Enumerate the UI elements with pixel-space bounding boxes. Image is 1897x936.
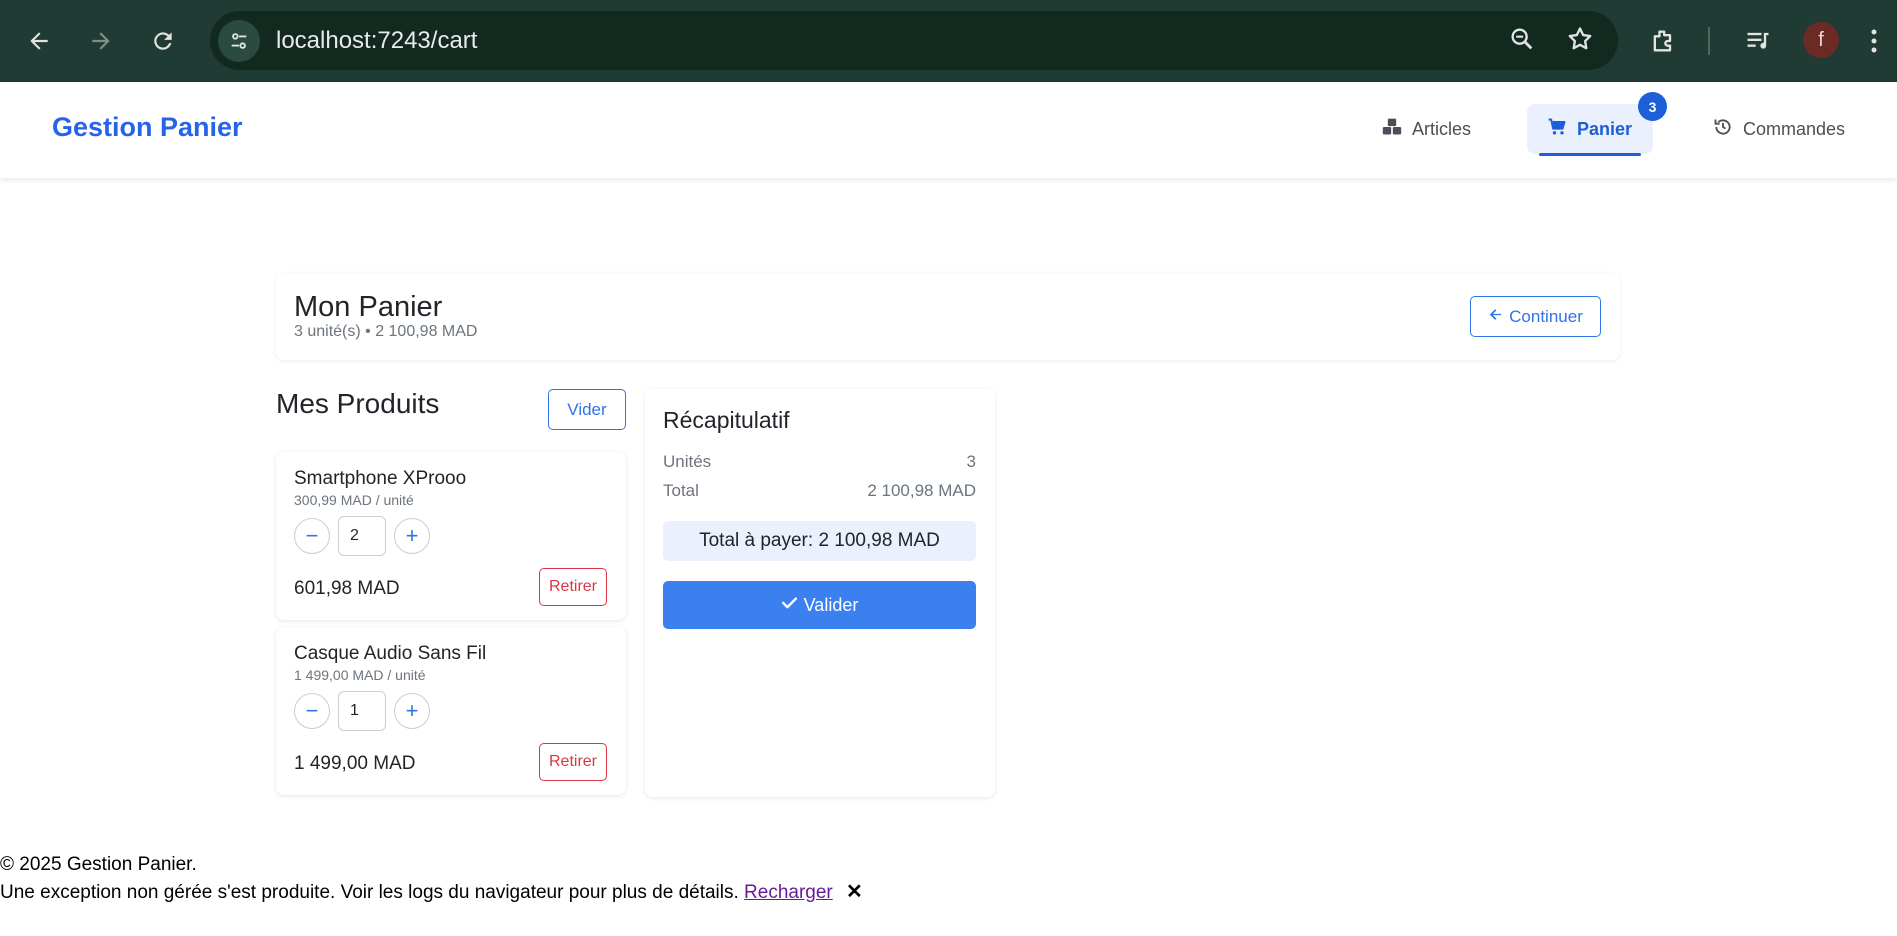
order-summary-card: Récapitulatif Unités 3 Total 2 100,98 MA… <box>645 389 995 797</box>
product-unit-price: 300,99 MAD / unité <box>294 492 414 508</box>
reload-link[interactable]: Recharger <box>744 882 833 903</box>
product-name: Smartphone XProoo <box>294 468 467 489</box>
app-navbar: Gestion Panier Articles Panier Commandes <box>0 82 1897 178</box>
decrease-quantity-button[interactable]: − <box>294 518 330 554</box>
star-icon[interactable] <box>1566 25 1594 53</box>
product-subtotal: 601,98 MAD <box>294 578 400 599</box>
more-vert-icon[interactable] <box>1864 21 1884 61</box>
validate-order-button[interactable]: Valider <box>663 581 976 629</box>
continue-label: Continuer <box>1509 306 1583 326</box>
cart-icon <box>1547 117 1567 142</box>
summary-total-row: Total 2 100,98 MAD <box>663 481 976 501</box>
quantity-input[interactable]: 2 <box>338 516 386 556</box>
remove-item-button[interactable]: Retirer <box>539 743 607 781</box>
nav-item-commandes[interactable]: Commandes <box>1693 104 1865 154</box>
nav-item-panier[interactable]: Panier <box>1527 104 1653 156</box>
remove-item-button[interactable]: Retirer <box>539 568 607 606</box>
cart-count-badge: 3 <box>1638 92 1667 121</box>
units-label: Unités <box>663 452 712 471</box>
site-info-icon[interactable] <box>218 19 260 62</box>
check-icon <box>781 594 798 616</box>
url-text[interactable]: localhost:7243/cart <box>276 27 477 55</box>
quantity-input[interactable]: 1 <box>338 691 386 731</box>
summary-title: Récapitulatif <box>663 407 790 433</box>
nav-item-articles[interactable]: Articles <box>1362 104 1491 154</box>
validate-label: Valider <box>803 594 859 615</box>
brand-title[interactable]: Gestion Panier <box>52 112 243 143</box>
nav-item-label: Articles <box>1412 118 1472 139</box>
product-unit-price: 1 499,00 MAD / unité <box>294 667 426 683</box>
error-message: Une exception non gérée s'est produite. … <box>0 882 739 903</box>
forward-arrow-icon[interactable] <box>81 21 121 61</box>
cart-header-card: Mon Panier 3 unité(s) • 2 100,98 MAD Con… <box>276 273 1620 360</box>
browser-toolbar: localhost:7243/cart f <box>0 0 1897 82</box>
back-arrow-icon[interactable] <box>19 21 59 61</box>
media-playlist-icon[interactable] <box>1738 21 1778 61</box>
address-bar[interactable]: localhost:7243/cart <box>210 11 1618 70</box>
product-name: Casque Audio Sans Fil <box>294 643 487 664</box>
zoom-icon[interactable] <box>1508 25 1536 53</box>
nav-item-label: Panier <box>1577 118 1633 139</box>
product-subtotal: 1 499,00 MAD <box>294 753 416 774</box>
page-title: Mon Panier <box>294 291 443 323</box>
clear-cart-button[interactable]: Vider <box>548 389 626 430</box>
continue-button[interactable]: Continuer <box>1470 296 1601 337</box>
units-value: 3 <box>966 452 976 471</box>
decrease-quantity-button[interactable]: − <box>294 693 330 729</box>
increase-quantity-button[interactable]: + <box>394 518 430 554</box>
history-icon <box>1713 117 1733 142</box>
dismiss-error-icon[interactable]: ✕ <box>846 879 863 904</box>
total-label: Total <box>663 481 699 500</box>
product-card: Smartphone XProoo 300,99 MAD / unité − 2… <box>276 452 626 620</box>
total-to-pay: Total à payer: 2 100,98 MAD <box>663 521 976 561</box>
reload-icon[interactable] <box>143 21 183 61</box>
products-section-title: Mes Produits <box>276 388 440 419</box>
nav-item-label: Commandes <box>1743 118 1846 139</box>
total-value: 2 100,98 MAD <box>867 481 976 500</box>
cubes-icon <box>1382 117 1402 142</box>
summary-units-row: Unités 3 <box>663 452 976 472</box>
increase-quantity-button[interactable]: + <box>394 693 430 729</box>
toolbar-divider <box>1708 27 1710 55</box>
footer-copyright: © 2025 Gestion Panier. <box>0 854 197 875</box>
extensions-icon[interactable] <box>1643 21 1683 61</box>
cart-summary-subtitle: 3 unité(s) • 2 100,98 MAD <box>294 323 478 340</box>
product-card: Casque Audio Sans Fil 1 499,00 MAD / uni… <box>276 627 626 795</box>
profile-avatar[interactable]: f <box>1803 22 1839 58</box>
error-banner: Une exception non gérée s'est produite. … <box>0 879 863 904</box>
arrow-left-icon <box>1488 307 1503 327</box>
